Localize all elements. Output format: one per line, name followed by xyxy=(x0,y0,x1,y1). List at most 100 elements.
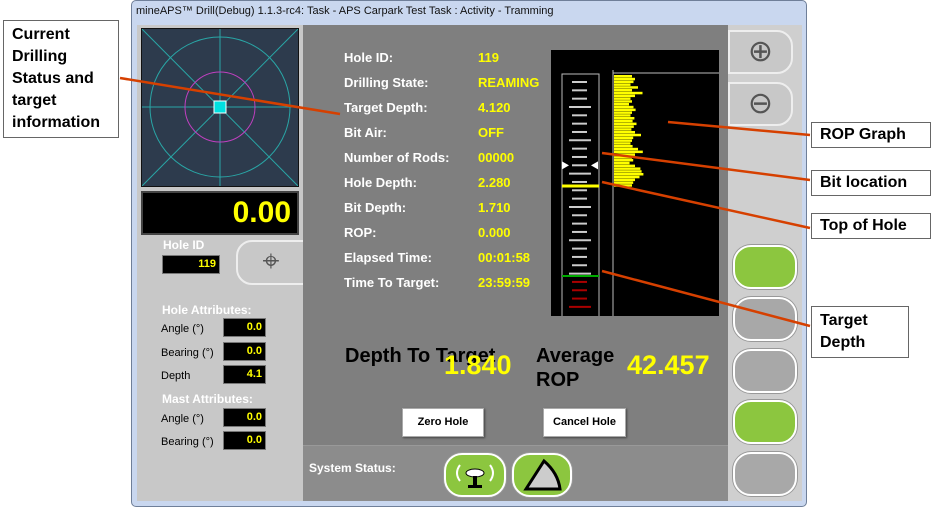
rop-bar xyxy=(614,128,632,131)
hole-depth-field[interactable]: 4.1 xyxy=(223,365,266,384)
depth-scale-frame xyxy=(561,73,600,319)
info-value: 0.000 xyxy=(478,225,511,240)
zoom-in-icon: ⊕ xyxy=(747,35,774,68)
rop-bar xyxy=(614,83,631,86)
rop-bar xyxy=(614,125,634,128)
info-value: 00:01:58 xyxy=(478,250,531,265)
info-label: Time To Target: xyxy=(344,275,440,290)
rop-bar xyxy=(614,181,634,184)
hole-depth-label: Depth xyxy=(161,370,191,382)
annotation-target-depth: Target Depth xyxy=(811,306,909,358)
rop-bar xyxy=(614,150,643,154)
hole-bearing-field[interactable]: 0.0 xyxy=(223,342,266,361)
info-value: REAMING xyxy=(478,75,540,90)
rop-bar xyxy=(614,75,632,78)
hole-id-label: Hole ID xyxy=(163,238,205,252)
rop-bar xyxy=(614,108,636,112)
mast-angle-label: Angle (°) xyxy=(161,413,204,425)
rop-bar xyxy=(614,175,640,179)
info-value: 119 xyxy=(478,50,499,65)
info-label: Number of Rods: xyxy=(344,150,450,165)
rop-bar xyxy=(614,119,633,123)
rop-bar xyxy=(614,97,631,100)
rop-bar xyxy=(614,136,634,140)
info-value: 4.120 xyxy=(478,100,511,115)
info-label: Hole Depth: xyxy=(344,175,417,190)
average-rop-value: 42.457 xyxy=(627,350,710,380)
info-label: Elapsed Time: xyxy=(344,250,432,265)
mast-attributes-label: Mast Attributes: xyxy=(162,392,253,406)
rop-bar xyxy=(614,111,632,114)
zoom-in-button[interactable]: ⊕ xyxy=(728,30,793,74)
rop-bar xyxy=(614,170,642,173)
cancel-hole-button[interactable]: Cancel Hole xyxy=(543,408,626,437)
rop-bar xyxy=(614,147,638,151)
rop-bar xyxy=(614,139,632,142)
rop-bar xyxy=(614,89,632,92)
window-title: mineAPS™ Drill(Debug) 1.1.3-rc4: Task - … xyxy=(136,5,554,17)
rop-bar xyxy=(614,145,633,148)
rop-bar xyxy=(614,156,632,159)
info-value: 00000 xyxy=(478,150,515,165)
rop-bar xyxy=(614,133,641,137)
rop-bar xyxy=(614,100,632,103)
info-label: Drilling State: xyxy=(344,75,429,90)
rop-bar xyxy=(614,80,634,84)
system-status-label: System Status: xyxy=(309,461,396,475)
rop-bar xyxy=(614,105,634,109)
rop-bar xyxy=(614,167,641,170)
gps-antenna-icon xyxy=(456,464,494,488)
info-value: 2.280 xyxy=(478,175,511,190)
rop-bar xyxy=(614,159,634,162)
zoom-out-button[interactable]: ⊖ xyxy=(728,82,793,126)
rop-bar xyxy=(614,114,631,117)
info-value: OFF xyxy=(478,125,504,140)
bit-marker-right xyxy=(591,161,598,170)
exit-button[interactable] xyxy=(733,452,797,496)
info-value: 1.710 xyxy=(478,200,511,215)
rop-bar xyxy=(614,173,644,176)
mast-bearing-label: Bearing (°) xyxy=(161,436,214,448)
rop-bar xyxy=(614,122,637,126)
rop-bar xyxy=(614,153,635,156)
average-rop-label: Average ROP xyxy=(536,345,615,391)
info-label: Bit Air: xyxy=(344,125,387,140)
zoom-out-icon: ⊖ xyxy=(747,87,774,120)
depth-to-target-value: 1.840 xyxy=(444,350,512,380)
mast-angle-field[interactable]: 0.0 xyxy=(223,408,266,427)
info-value: 23:59:59 xyxy=(478,275,531,290)
crosshair-target-icon xyxy=(141,28,299,187)
annotation-bit-location: Bit location xyxy=(811,170,931,196)
rop-bar xyxy=(614,131,635,134)
tram-to-hole-button[interactable] xyxy=(733,400,797,444)
hole-attributes-label: Hole Attributes: xyxy=(162,303,252,317)
hole-id-field[interactable]: 119 xyxy=(162,255,220,274)
rop-bar xyxy=(614,161,630,165)
hole-bearing-label: Bearing (°) xyxy=(161,347,214,359)
gps-status-button[interactable] xyxy=(444,453,506,497)
rop-bar xyxy=(614,86,638,89)
rop-bar xyxy=(614,184,632,187)
rop-bar xyxy=(614,178,635,182)
locate-target-button[interactable]: ⌖ xyxy=(236,240,306,285)
depth-display: 0.00 xyxy=(141,191,299,235)
annotation-top-of-hole: Top of Hole xyxy=(811,213,931,239)
hole-angle-label: Angle (°) xyxy=(161,323,204,335)
rop-bar xyxy=(614,142,631,145)
hole-angle-field[interactable]: 0.0 xyxy=(223,318,266,337)
rod-handling-button[interactable] xyxy=(733,297,797,341)
annotation-rop-graph: ROP Graph xyxy=(811,122,931,148)
bit-marker-left xyxy=(562,161,569,170)
mast-bearing-field[interactable]: 0.0 xyxy=(223,431,266,450)
crosshair-icon: ⌖ xyxy=(262,245,280,278)
info-label: Hole ID: xyxy=(344,50,394,65)
rop-bar xyxy=(614,117,635,120)
plan-button[interactable] xyxy=(733,349,797,393)
drill-mode-button[interactable] xyxy=(733,245,797,289)
rop-bar xyxy=(614,103,629,106)
zero-hole-button[interactable]: Zero Hole xyxy=(402,408,484,437)
rop-bar xyxy=(614,77,635,81)
drill-gauge-graph xyxy=(551,50,722,319)
rop-bar xyxy=(614,91,643,95)
inclination-status-button[interactable] xyxy=(512,453,572,497)
